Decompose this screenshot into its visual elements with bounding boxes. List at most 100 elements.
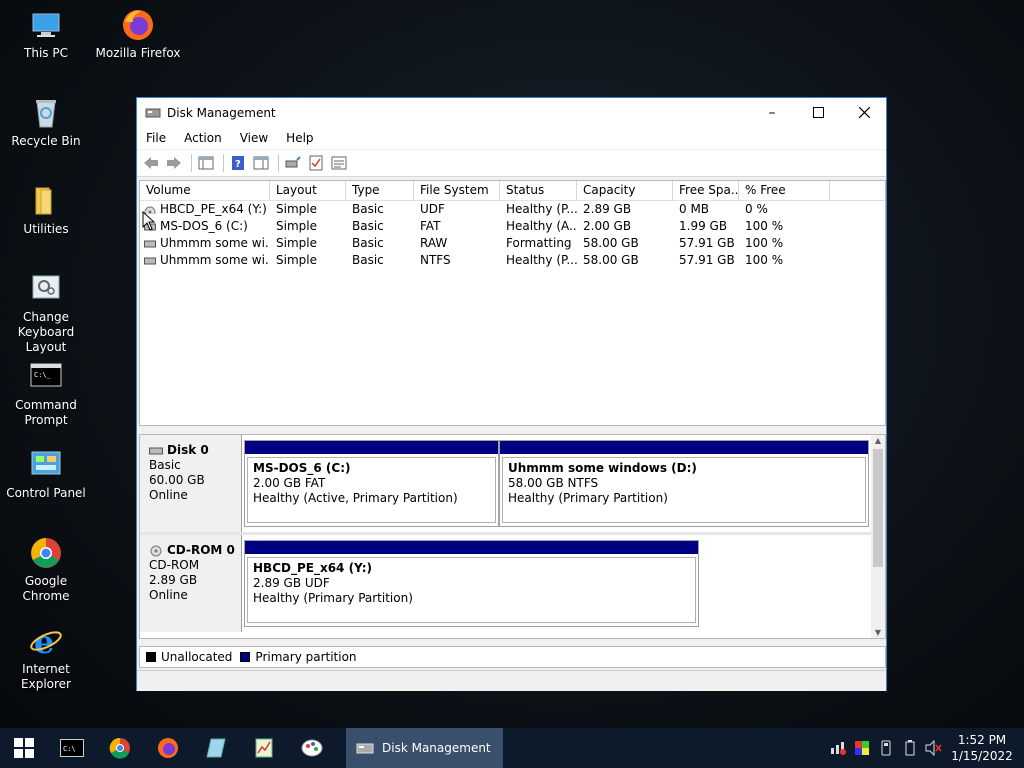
scroll-up-icon[interactable]: ▲ bbox=[871, 436, 885, 445]
legend-label-primary: Primary partition bbox=[255, 650, 357, 664]
volume-cell: MS-DOS_6 (C:) bbox=[140, 218, 270, 235]
folder-icon bbox=[29, 184, 63, 218]
properties-button[interactable] bbox=[306, 154, 326, 172]
scrollbar-thumb[interactable] bbox=[873, 449, 883, 567]
action-pane-icon bbox=[253, 156, 269, 170]
disk-label[interactable]: Disk 0 Basic 60.00 GB Online bbox=[140, 435, 242, 532]
desktop-icon-command-prompt[interactable]: C:\_ Command Prompt bbox=[0, 360, 92, 428]
partition-c[interactable]: MS-DOS_6 (C:) 2.00 GB FAT Healthy (Activ… bbox=[244, 440, 499, 527]
disk-label[interactable]: CD-ROM 0 CD-ROM 2.89 GB Online bbox=[140, 535, 242, 632]
tray-network-disconnected[interactable] bbox=[826, 728, 850, 768]
cell: Simple bbox=[276, 202, 317, 216]
table-row[interactable]: HBCD_PE_x64 (Y:) Simple Basic UDF Health… bbox=[140, 201, 885, 218]
desktop-icon-label: This PC bbox=[24, 46, 68, 60]
taskbar-app-5[interactable] bbox=[240, 728, 288, 768]
taskbar-firefox[interactable] bbox=[144, 728, 192, 768]
close-button[interactable] bbox=[841, 98, 887, 127]
menu-view[interactable]: View bbox=[231, 131, 277, 145]
disk-state: Online bbox=[149, 488, 188, 502]
cell: Healthy (P... bbox=[506, 202, 577, 216]
graphical-view-scrollbar[interactable]: ▲ ▼ bbox=[871, 435, 885, 638]
title-bar[interactable]: Disk Management – bbox=[137, 98, 886, 127]
console-tree-icon bbox=[198, 156, 214, 170]
column-header-type[interactable]: Type bbox=[346, 181, 414, 200]
desktop-icon-control-panel[interactable]: Control Panel bbox=[0, 448, 92, 501]
partition-status: Healthy (Primary Partition) bbox=[253, 591, 413, 605]
menu-action[interactable]: Action bbox=[175, 131, 231, 145]
tray-volume-muted[interactable] bbox=[922, 728, 946, 768]
taskbar-app-4[interactable] bbox=[192, 728, 240, 768]
hard-disk-icon bbox=[149, 447, 163, 454]
volume-cell: HBCD_PE_x64 (Y:) bbox=[140, 201, 270, 218]
partition-size: 2.89 GB UDF bbox=[253, 576, 330, 590]
tray-battery[interactable] bbox=[898, 728, 922, 768]
taskbar-disk-management[interactable]: Disk Management bbox=[346, 728, 503, 768]
disk-name-row: CD-ROM 0 bbox=[149, 543, 241, 558]
disk-row-disk-0[interactable]: Disk 0 Basic 60.00 GB Online MS-DOS_6 (C… bbox=[140, 435, 873, 535]
cell: Basic bbox=[352, 202, 384, 216]
show-hide-console-tree-button[interactable] bbox=[196, 154, 216, 172]
connect-virtual-disk-button[interactable] bbox=[283, 154, 303, 172]
forward-button[interactable] bbox=[164, 154, 184, 172]
list-view-button[interactable] bbox=[329, 154, 349, 172]
partition-details: MS-DOS_6 (C:) 2.00 GB FAT Healthy (Activ… bbox=[247, 457, 496, 523]
start-button[interactable] bbox=[0, 728, 48, 768]
clock-date: 1/15/2022 bbox=[951, 749, 1013, 763]
desktop-icon-this-pc[interactable]: This PC bbox=[0, 8, 92, 61]
desktop-icon-google-chrome[interactable]: Google Chrome bbox=[0, 536, 92, 604]
minimize-button[interactable]: – bbox=[749, 98, 795, 127]
column-header-capacity[interactable]: Capacity bbox=[577, 181, 673, 200]
help-button[interactable]: ? bbox=[228, 154, 248, 172]
volume-name: Uhmmm some wi... bbox=[160, 236, 270, 250]
column-header-file-system[interactable]: File System bbox=[414, 181, 500, 200]
disk-name: CD-ROM 0 bbox=[167, 543, 235, 557]
taskbar-app-6[interactable] bbox=[288, 728, 336, 768]
help-icon: ? bbox=[232, 156, 244, 170]
table-row[interactable]: Uhmmm some wi... Simple Basic RAW Format… bbox=[140, 235, 885, 252]
column-header-free-space[interactable]: Free Spa... bbox=[673, 181, 739, 200]
table-row[interactable]: MS-DOS_6 (C:) Simple Basic FAT Healthy (… bbox=[140, 218, 885, 235]
legend-label-unallocated: Unallocated bbox=[161, 650, 233, 664]
partition-details: Uhmmm some windows (D:) 58.00 GB NTFS He… bbox=[502, 457, 866, 523]
forward-arrow-icon bbox=[167, 157, 181, 169]
legend-swatch-unallocated bbox=[146, 652, 156, 662]
cell: 58.00 GB bbox=[583, 253, 639, 267]
volume-name: HBCD_PE_x64 (Y:) bbox=[160, 202, 267, 216]
status-bar bbox=[137, 670, 886, 691]
column-header-layout[interactable]: Layout bbox=[270, 181, 346, 200]
menu-file[interactable]: File bbox=[137, 131, 175, 145]
desktop-icon-utilities[interactable]: Utilities bbox=[0, 184, 92, 237]
maximize-button[interactable] bbox=[795, 98, 841, 127]
volume-name: MS-DOS_6 (C:) bbox=[160, 219, 248, 233]
desktop-icon-recycle-bin[interactable]: Recycle Bin bbox=[0, 96, 92, 149]
taskbar-chrome[interactable] bbox=[96, 728, 144, 768]
show-hide-action-pane-button[interactable] bbox=[251, 154, 271, 172]
column-header-status[interactable]: Status bbox=[500, 181, 577, 200]
partition-name: HBCD_PE_x64 (Y:) bbox=[253, 561, 372, 575]
menu-help[interactable]: Help bbox=[277, 131, 322, 145]
partition-y[interactable]: HBCD_PE_x64 (Y:) 2.89 GB UDF Healthy (Pr… bbox=[244, 540, 699, 627]
tray-usb[interactable] bbox=[874, 728, 898, 768]
column-header-percent-free[interactable]: % Free bbox=[739, 181, 830, 200]
taskbar-clock[interactable]: 1:52 PM 1/15/2022 bbox=[946, 732, 1018, 764]
partition-name: MS-DOS_6 (C:) bbox=[253, 461, 351, 475]
desktop-icon-change-keyboard-layout[interactable]: Change Keyboard Layout bbox=[0, 272, 92, 355]
scroll-down-icon[interactable]: ▼ bbox=[871, 628, 885, 637]
disk-connect-icon bbox=[285, 156, 301, 168]
desktop-icon-firefox[interactable]: Mozilla Firefox bbox=[92, 8, 184, 61]
volume-list-header: Volume Layout Type File System Status Ca… bbox=[140, 181, 885, 201]
partition-size: 58.00 GB NTFS bbox=[508, 476, 599, 490]
clock-time: 1:52 PM bbox=[957, 733, 1007, 747]
tray-color-app[interactable] bbox=[850, 728, 874, 768]
partition-d[interactable]: Uhmmm some windows (D:) 58.00 GB NTFS He… bbox=[499, 440, 869, 527]
back-button[interactable] bbox=[141, 154, 161, 172]
taskbar-command-prompt[interactable]: C:\ bbox=[48, 728, 96, 768]
table-row[interactable]: Uhmmm some wi... Simple Basic NTFS Healt… bbox=[140, 252, 885, 269]
cell: FAT bbox=[420, 219, 441, 233]
primary-partition-bar bbox=[500, 441, 868, 454]
column-header-volume[interactable]: Volume bbox=[140, 181, 270, 200]
control-panel-icon bbox=[29, 448, 63, 482]
desktop-icon-internet-explorer[interactable]: e Internet Explorer bbox=[0, 623, 92, 692]
disk-row-cd-rom-0[interactable]: CD-ROM 0 CD-ROM 2.89 GB Online HBCD_PE_x… bbox=[140, 535, 873, 632]
disk-management-window: Disk Management – File Action View Help … bbox=[136, 97, 887, 691]
